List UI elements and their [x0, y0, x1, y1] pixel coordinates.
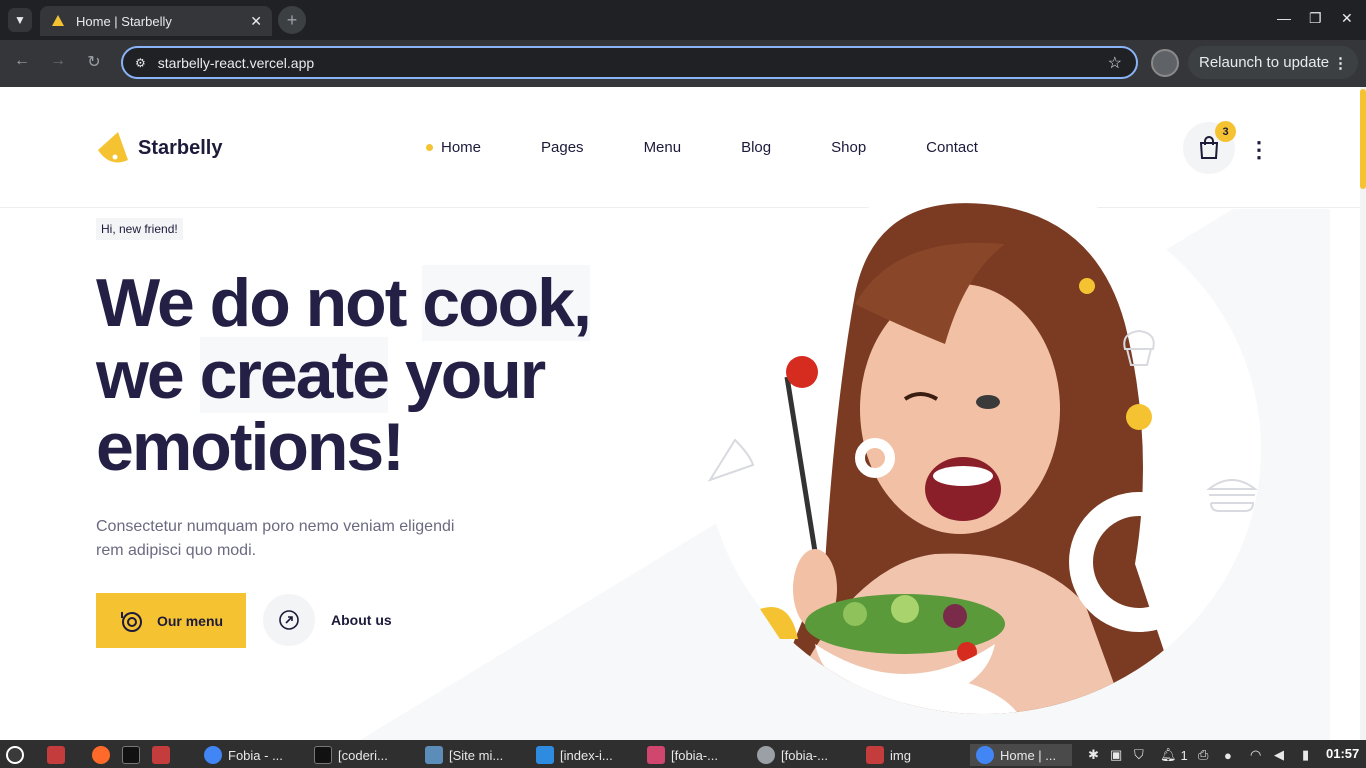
logo-mark-icon: [98, 132, 128, 163]
scrollbar[interactable]: [1360, 87, 1366, 740]
profile-avatar[interactable]: [1151, 49, 1179, 77]
menu-item-home[interactable]: Home: [426, 139, 481, 156]
tab-search-dropdown-icon[interactable]: ▼: [8, 8, 32, 32]
headline-part: we: [96, 337, 200, 413]
headline-highlight: create: [199, 337, 390, 413]
logo-text: Starbelly: [138, 136, 223, 159]
hero-subtext: Consectetur numquam poro nemo veniam eli…: [96, 518, 455, 559]
files-icon[interactable]: [152, 744, 176, 766]
decor-ring-small: [855, 438, 895, 478]
browser-tab-home[interactable]: Home | Starbelly ✕: [40, 6, 272, 36]
more-options-icon[interactable]: ⋮: [1248, 137, 1270, 163]
user-icon[interactable]: ●: [1224, 744, 1232, 766]
our-menu-button[interactable]: Our menu: [96, 593, 246, 648]
relaunch-label: Relaunch to update: [1199, 54, 1330, 71]
decor-yellow-quarter: [760, 607, 798, 639]
menu-item-blog[interactable]: Blog: [741, 139, 771, 156]
cupcake-icon: [1123, 329, 1155, 366]
starbelly-favicon-icon: [52, 15, 64, 26]
headline-part: emotions!: [96, 409, 405, 485]
about-us-link[interactable]: About us: [331, 612, 392, 628]
taskbar-item-terminal[interactable]: [coderi...: [314, 744, 388, 766]
url-text: starbelly-react.vercel.app: [157, 54, 315, 71]
new-tab-button[interactable]: +: [278, 6, 306, 34]
scrollbar-thumb[interactable]: [1360, 89, 1366, 189]
decor-dot-small: [1079, 278, 1095, 294]
our-menu-label: Our menu: [156, 612, 224, 629]
tab-title: Home | Starbelly: [76, 13, 172, 29]
bookmark-star-icon[interactable]: ☆: [1108, 53, 1122, 73]
burger-icon: [1206, 479, 1258, 512]
back-icon[interactable]: ←: [11, 52, 33, 70]
wifi-icon[interactable]: ◠: [1250, 744, 1261, 766]
headline-part: your: [388, 337, 546, 413]
logo[interactable]: Starbelly: [96, 130, 222, 166]
firefox-icon[interactable]: [92, 744, 116, 766]
decor-dot-medium: [1126, 404, 1152, 430]
address-bar[interactable]: ⚙ starbelly-react.vercel.app ☆: [121, 46, 1138, 79]
about-us-circle[interactable]: [263, 594, 315, 646]
menu-item-pages[interactable]: Pages: [541, 139, 584, 156]
printer-icon[interactable]: ⎙: [1198, 744, 1208, 766]
menu-item-menu[interactable]: Menu: [644, 139, 682, 156]
battery-icon[interactable]: ▮: [1302, 744, 1309, 766]
reload-icon[interactable]: ↻: [83, 52, 105, 72]
taskbar-item-chromium-fobia[interactable]: [fobia-...: [757, 744, 828, 766]
forward-icon[interactable]: →: [47, 52, 69, 70]
taskbar-item-chrome-fobia[interactable]: Fobia - ...: [204, 744, 283, 766]
terminal-icon[interactable]: [122, 744, 146, 766]
site-info-icon[interactable]: ⚙: [135, 56, 146, 70]
relaunch-button[interactable]: Relaunch to update ⋮: [1188, 46, 1358, 79]
shopping-bag-icon: [1199, 136, 1219, 159]
close-tab-icon[interactable]: ✕: [250, 13, 262, 30]
main-menu: Home Pages Menu Blog Shop Contact: [426, 139, 1038, 156]
hero-headline: We do not cook, we create your emotions!: [96, 265, 696, 485]
taskbar-item-vscode[interactable]: [index-i...: [536, 744, 613, 766]
headline-highlight: cook,: [422, 265, 592, 341]
clipboard-icon[interactable]: ▣: [1110, 744, 1122, 766]
shield-icon[interactable]: ⛉: [1134, 744, 1144, 766]
close-window-icon[interactable]: ✕: [1341, 10, 1353, 27]
page-viewport: Starbelly Home Pages Menu Blog Shop Cont…: [0, 87, 1366, 740]
taskbar-item-img-folder[interactable]: img: [866, 744, 911, 766]
hero-eyebrow: Hi, new friend!: [96, 218, 183, 240]
more-menu-icon[interactable]: ⋮: [1333, 54, 1348, 72]
menu-item-contact[interactable]: Contact: [926, 139, 978, 156]
menu-plate-icon: [120, 611, 142, 632]
site-header: Starbelly Home Pages Menu Blog Shop Cont…: [0, 87, 1360, 208]
bluetooth-icon[interactable]: ✱: [1088, 744, 1099, 766]
mint-menu-icon[interactable]: [6, 744, 30, 766]
clock[interactable]: 01:57: [1326, 746, 1359, 761]
notification-icon[interactable]: 🔔︎ 1: [1160, 744, 1188, 766]
taskbar-item-site-mi[interactable]: [Site mi...: [425, 744, 503, 766]
menu-item-shop[interactable]: Shop: [831, 139, 866, 156]
arrow-up-right-icon: [279, 610, 299, 630]
minimize-icon[interactable]: —: [1277, 10, 1291, 26]
decor-ring-large: [1069, 492, 1209, 632]
taskbar-item-image-viewer[interactable]: [fobia-...: [647, 744, 718, 766]
cart-count-badge: 3: [1215, 121, 1236, 142]
taskbar-item-chrome-home[interactable]: Home | ...: [970, 744, 1072, 766]
pizza-slice-icon: [707, 438, 755, 482]
maximize-icon[interactable]: ❐: [1309, 10, 1322, 27]
volume-icon[interactable]: ◀: [1274, 744, 1284, 766]
show-desktop-icon[interactable]: [47, 744, 71, 766]
headline-part: We do not: [96, 265, 423, 341]
